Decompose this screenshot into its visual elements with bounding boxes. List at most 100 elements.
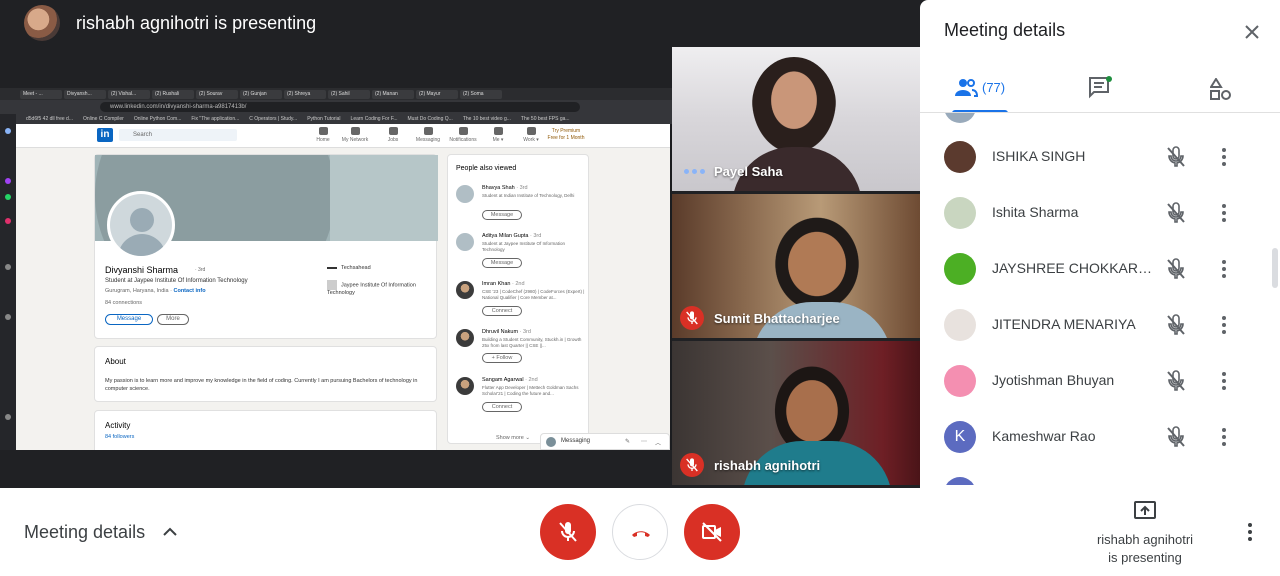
bookmark: Python Tutorial	[307, 116, 341, 122]
participant-row[interactable]: Ishita Sharma	[920, 185, 1280, 241]
profile-location: Gurugram, Haryana, India · Contact info	[105, 288, 206, 294]
bookmark: C Operators | Study...	[249, 116, 298, 122]
pav-desc: Flutter App Developer | Mettech Goldman …	[482, 385, 579, 396]
participant-avatar	[944, 365, 976, 397]
about-title: About	[105, 357, 126, 366]
mic-off-icon[interactable]	[1164, 257, 1188, 286]
tab-activities[interactable]	[1210, 64, 1234, 112]
premium-link: Try Premium Free for 1 Month	[547, 128, 585, 141]
pav-name-text: Bhavya Shah	[482, 185, 515, 191]
pav-action-button: Message	[482, 258, 522, 268]
panel-title: Meeting details	[944, 20, 1066, 40]
pav-avatar	[456, 329, 474, 347]
pav-avatar	[456, 281, 474, 299]
participant-name: ISHIKA SINGH	[992, 148, 1086, 164]
participant-tile[interactable]: Payel Saha	[672, 47, 920, 191]
profile-school: Jaypee Institute Of Information Technolo…	[327, 280, 427, 297]
whatsapp-icon	[5, 194, 11, 200]
pav-name: Aditya Milan Gupta · 3rd	[482, 233, 541, 239]
pav-name: Sangam Agarwal · 2nd	[482, 377, 538, 383]
pav-avatar	[456, 185, 474, 203]
camera-toggle-button[interactable]	[684, 504, 740, 560]
browser-tab: (2) Gunjan	[240, 89, 282, 99]
school-name: Jaypee Institute Of Information Technolo…	[327, 282, 416, 296]
nav-label: Notifications	[449, 137, 477, 143]
pav-desc: Student at Jaypee Institute Of Informati…	[482, 241, 566, 252]
about-card: About My passion is to learn more and im…	[94, 346, 437, 402]
options-icon: ⋯	[641, 439, 647, 445]
presenting-status[interactable]: rishabh agnihotri is presenting	[1088, 500, 1202, 567]
linkedin-nav-item: Work ▾	[514, 127, 548, 143]
compose-icon: ✎	[625, 439, 631, 445]
mic-off-icon[interactable]	[1164, 201, 1188, 230]
participant-tile[interactable]: rishabh agnihotri	[672, 341, 920, 485]
profile-company: Techsahead	[327, 265, 371, 272]
mic-toggle-button[interactable]	[540, 504, 596, 560]
show-more: Show more ⌄	[496, 435, 530, 441]
profile-degree: · 3rd	[195, 267, 206, 273]
participant-video	[752, 57, 836, 153]
bookmark: Online C Compiler	[82, 116, 124, 122]
pav-action-button: + Follow	[482, 353, 522, 363]
profile-connections: 84 connections	[105, 300, 142, 306]
more-vert-icon[interactable]	[1212, 369, 1236, 398]
sidebar-icon	[5, 264, 11, 270]
presenter-title: rishabh agnihotri is presenting	[76, 12, 317, 33]
more-vert-icon[interactable]	[1212, 145, 1236, 174]
pav-action-button: Connect	[482, 306, 522, 316]
mic-off-icon[interactable]	[1164, 145, 1188, 174]
nav-icon	[526, 127, 536, 135]
more-vert-icon[interactable]	[1212, 425, 1236, 454]
close-button[interactable]	[1238, 18, 1266, 46]
more-vert-icon[interactable]	[1212, 257, 1236, 286]
participant-name: rishabh agnihotri	[714, 458, 821, 473]
people-list: ISHIKA SINGH Ishita Sharma JAYSHREE CHOKKA…	[920, 113, 1280, 485]
nav-label: Home	[316, 137, 330, 143]
linkedin-nav: in Search Home My Network Jobs Messaging Not…	[16, 124, 670, 148]
mic-off-icon[interactable]	[1164, 425, 1188, 454]
pav-desc: Building a Student Community, Stuckh.in …	[482, 337, 582, 348]
linkedin-search: Search	[119, 129, 237, 141]
participant-avatar	[944, 477, 976, 485]
nav-icon	[458, 127, 468, 135]
avatar-initial: K	[954, 428, 966, 445]
pav-desc: Student at Indian Institute of Technolog…	[482, 193, 575, 198]
participant-row[interactable]: Jyotishman Bhuyan	[920, 353, 1280, 409]
participant-row[interactable]: K Kameshwar Rao	[920, 409, 1280, 465]
leave-call-button[interactable]	[612, 504, 668, 560]
nav-label: My Network	[341, 137, 369, 143]
participant-row[interactable]: JAYSHREE CHOKKARA...	[920, 241, 1280, 297]
presenting-line2: is presenting	[1108, 550, 1182, 565]
nav-icon	[318, 127, 328, 135]
more-options-button[interactable]	[1238, 520, 1262, 549]
pav-name: Dhruvil Nakum · 3rd	[482, 329, 531, 335]
mic-off-icon[interactable]	[1164, 313, 1188, 342]
participant-name: Sumit Bhattacharjee	[714, 311, 840, 326]
more-vert-icon[interactable]	[1212, 201, 1236, 230]
activity-card: Activity 84 followers	[94, 410, 437, 450]
meeting-details-button[interactable]: Meeting details	[24, 522, 145, 543]
participant-name: JITENDRA MENARIYA	[992, 316, 1136, 332]
chevron-up-icon[interactable]	[160, 522, 180, 547]
company-name: Techsahead	[341, 265, 371, 271]
tab-chat[interactable]	[1088, 64, 1116, 112]
participant-row[interactable]: JITENDRA MENARIYA	[920, 297, 1280, 353]
activities-icon	[1210, 78, 1231, 100]
scrollbar[interactable]	[1272, 248, 1278, 288]
heart-icon	[5, 314, 11, 320]
chevron-up-icon: ︿	[655, 441, 662, 447]
profile-headline: Student at Jaypee Institute Of Informati…	[105, 278, 248, 284]
browser-tab: (2) Mayur	[416, 89, 458, 99]
more-vert-icon[interactable]	[1212, 313, 1236, 342]
mic-off-icon[interactable]	[1164, 369, 1188, 398]
profile-photo	[107, 191, 175, 259]
participant-row[interactable]: ISHIKA SINGH	[920, 129, 1280, 185]
bookmark: Must Do Coding Q...	[407, 116, 453, 122]
pav-action-button: Connect	[482, 402, 522, 412]
bookmark: The 10 best video g...	[462, 116, 511, 122]
muted-mic-icon	[680, 306, 704, 330]
participant-tile[interactable]: Sumit Bhattacharjee	[672, 194, 920, 338]
tab-people[interactable]: (77)	[952, 64, 1008, 113]
nav-icon	[493, 127, 503, 135]
browser-url-bar: www.linkedin.com/in/divyanshi-sharma-a98…	[0, 100, 672, 114]
